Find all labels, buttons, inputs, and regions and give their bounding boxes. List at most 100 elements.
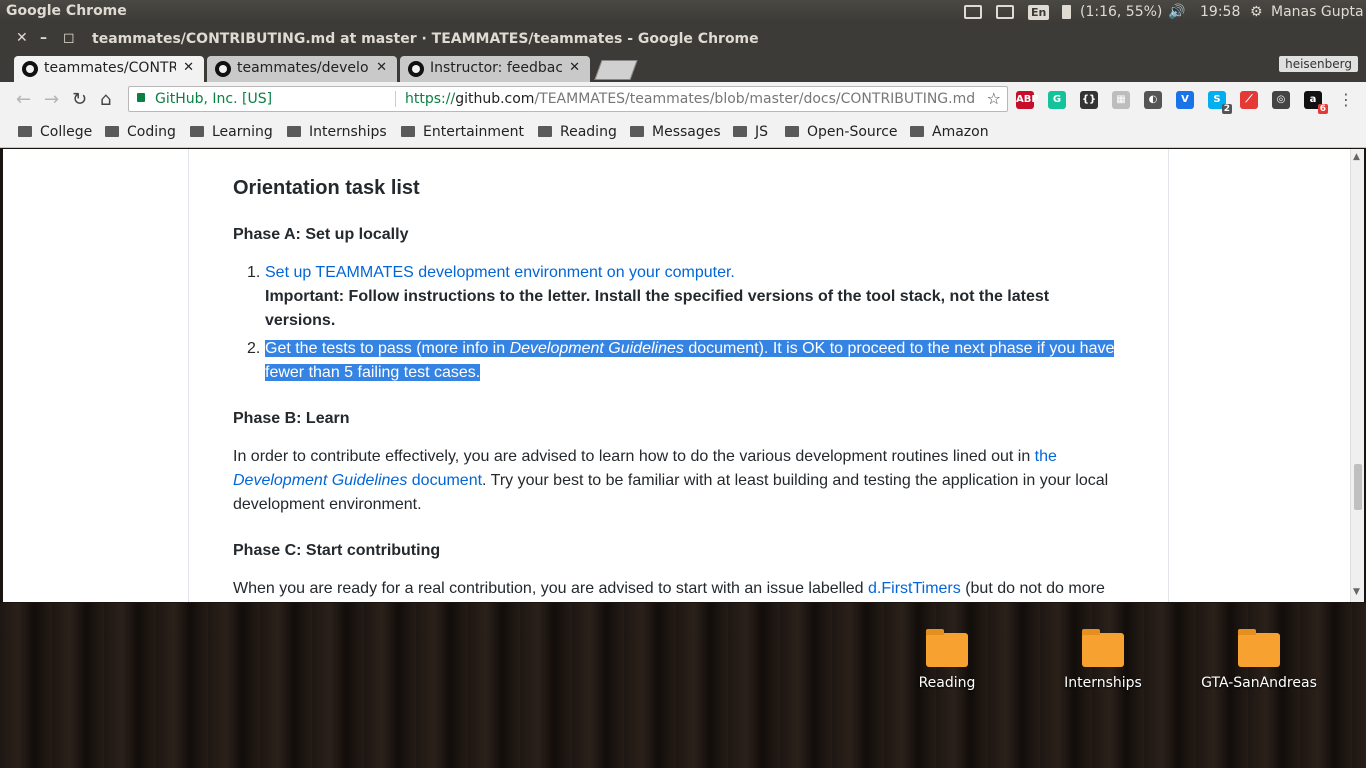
github-icon [408, 61, 424, 77]
phase-c-heading: Phase C: Start contributing [233, 542, 441, 559]
first-timers-link[interactable]: d.FirstTimers [868, 580, 961, 597]
lightbulb-extension-icon[interactable]: ◐ [1144, 91, 1162, 109]
phase-b-heading: Phase B: Learn [233, 410, 350, 427]
url-text[interactable]: https://github.com/TEAMMATES/teammates/b… [405, 91, 975, 107]
bookmark-js[interactable]: JS [733, 124, 768, 140]
profile-button[interactable]: heisenberg [1279, 56, 1358, 72]
keyboard-language[interactable]: En [1028, 2, 1050, 22]
tab-contributing[interactable]: teammates/CONTRI ✕ [14, 56, 204, 82]
folder-icon [1082, 629, 1124, 667]
scroll-down-icon[interactable]: ▼ [1353, 587, 1360, 597]
tab-label: teammates/CONTRI [44, 60, 176, 76]
list-number: 1. [247, 264, 261, 281]
forward-arrow-icon[interactable]: → [44, 89, 59, 110]
selected-text: Get the tests to pass (more info in Deve… [265, 340, 1115, 357]
folder-icon [785, 126, 799, 137]
phase-a-heading: Phase A: Set up locally [233, 226, 409, 243]
amazon-extension-icon[interactable]: a6 [1304, 91, 1328, 114]
bookmark-coding[interactable]: Coding [105, 124, 176, 140]
vertical-scrollbar[interactable]: ▲ ▼ [1350, 149, 1364, 602]
copy-extension-icon[interactable]: ◎ [1272, 91, 1290, 109]
home-icon[interactable]: ⌂ [100, 89, 111, 110]
volume-icon[interactable]: 🔊 [1168, 2, 1185, 22]
security-indicator[interactable]: GitHub, Inc. [US] [155, 91, 272, 107]
bookmark-college[interactable]: College [18, 124, 92, 140]
window-minimize-button[interactable]: – [40, 30, 47, 46]
new-tab-button[interactable] [594, 60, 638, 80]
bookmarks-bar: College Coding Learning Internships Ente… [0, 118, 1366, 148]
skype-extension-icon[interactable]: S2 [1208, 91, 1232, 114]
bookmark-amazon[interactable]: Amazon [910, 124, 989, 140]
tab-developer-guide[interactable]: teammates/develop ✕ [207, 56, 397, 82]
bookmark-internships[interactable]: Internships [287, 124, 387, 140]
menu-indicator-icon[interactable] [964, 2, 982, 22]
folder-icon [190, 126, 204, 137]
ext-generic-extension-icon[interactable]: ▦ [1112, 91, 1130, 109]
tab-label: teammates/develop [237, 60, 369, 76]
window-close-button[interactable]: ✕ [16, 30, 28, 46]
folder-icon [910, 126, 924, 137]
folder-icon [18, 126, 32, 137]
extension-badge: 2 [1221, 104, 1232, 114]
browser-toolbar: ← → ↻ ⌂ GitHub, Inc. [US] https://github… [0, 82, 1366, 118]
system-top-panel: Google Chrome En (1:16, 55%) 🔊 19:58 ⚙ M… [0, 0, 1366, 24]
contrib-paragraph: When you are ready for a real contributi… [233, 580, 1105, 597]
markdown-article: Orientation task list Phase A: Set up lo… [188, 149, 1169, 602]
github-icon [22, 61, 38, 77]
desktop-folder-reading[interactable]: Reading [882, 629, 1012, 691]
desktop-background: Reading Internships GTA-SanAndreas [0, 603, 1366, 768]
gear-icon[interactable]: ⚙ [1250, 2, 1263, 22]
scrollbar-thumb[interactable] [1354, 464, 1362, 510]
window-title-bar: ✕ – ◻ teammates/CONTRIBUTING.md at maste… [0, 24, 1366, 54]
folder-icon [538, 126, 552, 137]
list-item-selected: Get the tests to pass (more info in Deve… [265, 337, 1135, 385]
desktop-folder-internships[interactable]: Internships [1038, 629, 1168, 691]
divider [395, 91, 396, 107]
folder-icon [630, 126, 644, 137]
battery-icon[interactable] [1062, 2, 1071, 22]
grammarly-extension-icon[interactable]: G [1048, 91, 1066, 109]
important-note: Important: Follow instructions to the le… [265, 288, 1050, 329]
folder-icon [1238, 629, 1280, 667]
bookmark-entertainment[interactable]: Entertainment [401, 124, 524, 140]
vimeo-extension-icon[interactable]: V [1176, 91, 1194, 109]
list-number: 2. [247, 340, 261, 357]
folder-icon [105, 126, 119, 137]
tab-strip: teammates/CONTRI ✕ teammates/develop ✕ I… [0, 54, 1366, 82]
setup-environment-link[interactable]: Set up TEAMMATES development environment… [265, 264, 735, 281]
back-arrow-icon[interactable]: ← [16, 89, 31, 110]
battery-status[interactable]: (1:16, 55%) [1080, 2, 1162, 22]
address-bar[interactable]: GitHub, Inc. [US] https://github.com/TEA… [128, 86, 1008, 112]
abp-extension-icon[interactable]: ABP [1016, 91, 1039, 109]
bookmark-learning[interactable]: Learning [190, 124, 273, 140]
user-name[interactable]: Manas Gupta [1271, 2, 1364, 22]
tab-close-button[interactable]: ✕ [376, 60, 387, 75]
bookmark-open-source[interactable]: Open-Source [785, 124, 898, 140]
reload-icon[interactable]: ↻ [72, 89, 87, 110]
page-viewport: Orientation task list Phase A: Set up lo… [3, 149, 1350, 602]
desktop-folder-gta[interactable]: GTA-SanAndreas [1194, 629, 1324, 691]
learn-paragraph: In order to contribute effectively, you … [233, 448, 1109, 513]
json-extension-icon[interactable]: {} [1080, 91, 1098, 109]
chrome-menu-icon[interactable]: ⋮ [1338, 90, 1354, 109]
github-icon [215, 61, 231, 77]
lock-icon [137, 93, 145, 102]
window-title: teammates/CONTRIBUTING.md at master · TE… [92, 31, 759, 47]
folder-icon [287, 126, 301, 137]
bookmark-star-icon[interactable]: ☆ [987, 89, 1001, 108]
pdf-extension-icon[interactable]: ⟋ [1240, 91, 1258, 109]
tab-close-button[interactable]: ✕ [183, 60, 194, 75]
tab-close-button[interactable]: ✕ [569, 60, 580, 75]
folder-icon [401, 126, 415, 137]
folder-icon [926, 629, 968, 667]
bookmark-messages[interactable]: Messages [630, 124, 721, 140]
window-maximize-button[interactable]: ◻ [63, 30, 75, 46]
section-heading: Orientation task list [233, 177, 420, 199]
folder-icon [733, 126, 747, 137]
list-item: Set up TEAMMATES development environment… [265, 261, 1135, 333]
tab-instructor-feedback[interactable]: Instructor: feedbac ✕ [400, 56, 590, 82]
bookmark-reading[interactable]: Reading [538, 124, 617, 140]
clock[interactable]: 19:58 [1200, 2, 1240, 22]
scroll-up-icon[interactable]: ▲ [1353, 152, 1360, 162]
notification-icon[interactable] [996, 2, 1014, 22]
